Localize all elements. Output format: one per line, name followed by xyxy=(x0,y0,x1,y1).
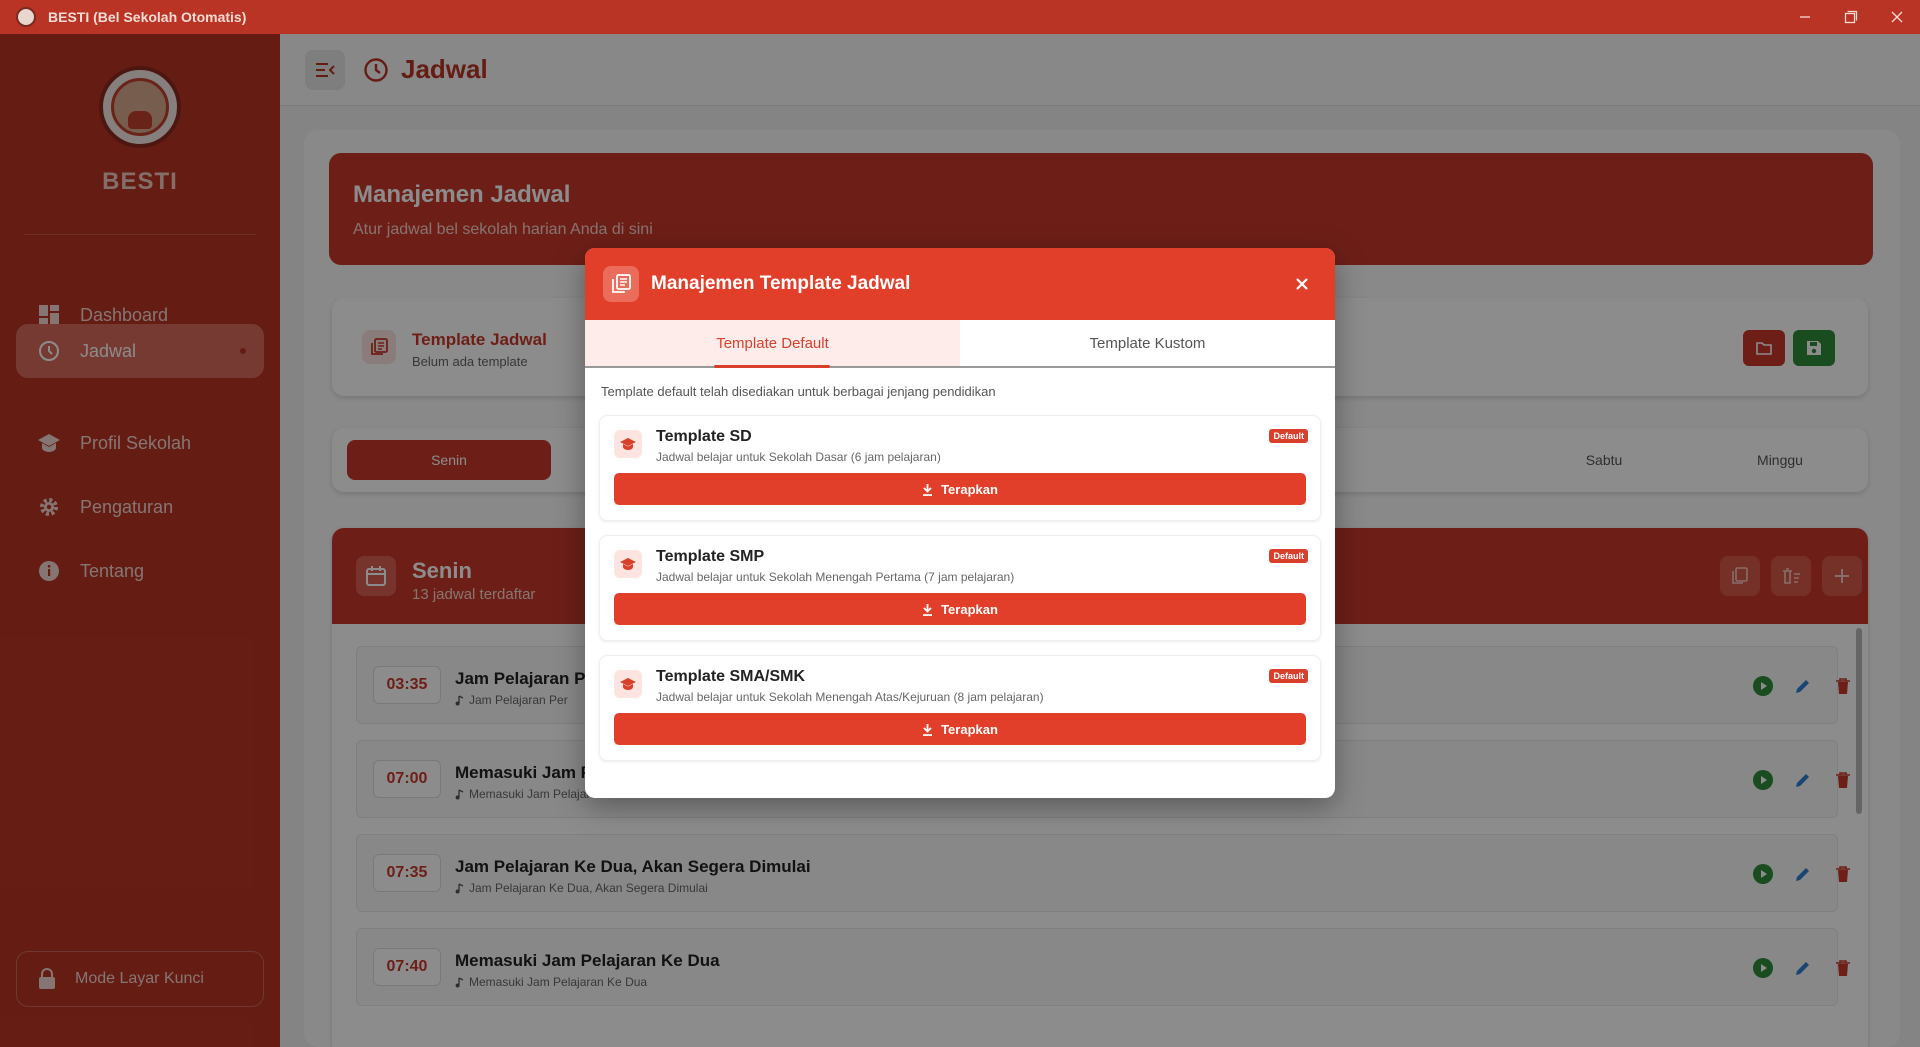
maximize-button[interactable] xyxy=(1828,0,1874,34)
template-title: Template SMA/SMK xyxy=(656,668,806,685)
graduation-cap-icon xyxy=(614,430,642,458)
modal-title: Manajemen Template Jadwal xyxy=(651,273,911,294)
modal-description: Template default telah disediakan untuk … xyxy=(601,384,996,399)
close-icon xyxy=(1891,11,1903,23)
modal-tabs: Template Default Template Kustom xyxy=(585,320,1335,368)
modal-close-button[interactable] xyxy=(1288,270,1316,298)
default-badge: Default xyxy=(1269,669,1308,683)
restore-icon xyxy=(1844,10,1858,24)
close-icon xyxy=(1296,278,1308,290)
template-title: Template SD xyxy=(656,428,752,445)
template-management-modal: Manajemen Template Jadwal Template Defau… xyxy=(585,248,1335,798)
graduation-cap-icon xyxy=(614,550,642,578)
download-icon xyxy=(922,723,933,736)
template-item-sd: Template SD Jadwal belajar untuk Sekolah… xyxy=(599,415,1321,521)
graduation-cap-icon xyxy=(614,670,642,698)
minimize-button[interactable] xyxy=(1782,0,1828,34)
apply-template-label: Terapkan xyxy=(941,481,998,497)
minimize-icon xyxy=(1800,16,1810,18)
template-description: Jadwal belajar untuk Sekolah Dasar (6 ja… xyxy=(656,450,941,464)
app-logo-icon xyxy=(16,7,36,27)
apply-template-button[interactable]: Terapkan xyxy=(614,473,1306,505)
modal-header: Manajemen Template Jadwal xyxy=(585,248,1335,320)
window-title-bar: BESTI (Bel Sekolah Otomatis) xyxy=(0,0,1920,34)
window-controls xyxy=(1782,0,1920,34)
template-item-sma-smk: Template SMA/SMK Jadwal belajar untuk Se… xyxy=(599,655,1321,761)
apply-template-label: Terapkan xyxy=(941,721,998,737)
template-list-icon xyxy=(603,266,639,302)
tab-template-default[interactable]: Template Default xyxy=(585,320,960,368)
download-icon xyxy=(922,483,933,496)
tab-template-kustom[interactable]: Template Kustom xyxy=(960,320,1335,366)
default-badge: Default xyxy=(1269,429,1308,443)
apply-template-button[interactable]: Terapkan xyxy=(614,713,1306,745)
apply-template-button[interactable]: Terapkan xyxy=(614,593,1306,625)
template-description: Jadwal belajar untuk Sekolah Menengah At… xyxy=(656,690,1044,704)
template-description: Jadwal belajar untuk Sekolah Menengah Pe… xyxy=(656,570,1015,584)
default-badge: Default xyxy=(1269,549,1308,563)
download-icon xyxy=(922,603,933,616)
template-title: Template SMP xyxy=(656,548,765,565)
template-item-smp: Template SMP Jadwal belajar untuk Sekola… xyxy=(599,535,1321,641)
close-window-button[interactable] xyxy=(1874,0,1920,34)
apply-template-label: Terapkan xyxy=(941,601,998,617)
window-title: BESTI (Bel Sekolah Otomatis) xyxy=(48,9,247,25)
